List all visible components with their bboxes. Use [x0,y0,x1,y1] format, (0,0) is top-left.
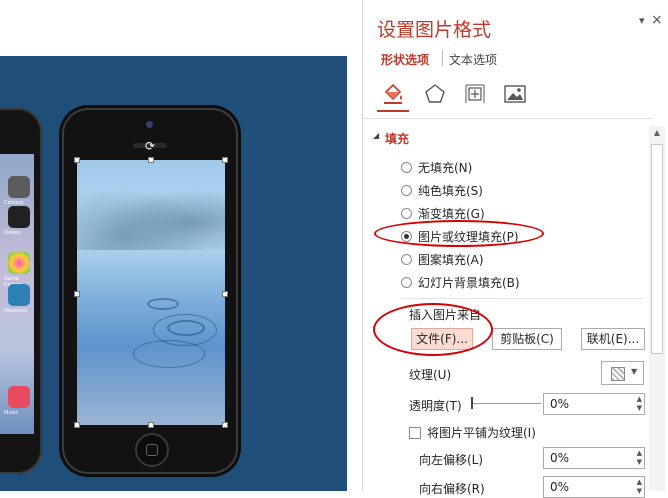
spinbox-value: 0% [550,451,570,465]
left-phone-image[interactable]: Camera Videos Game Center Passbook Music [0,108,42,474]
app-label: Passbook [4,308,28,314]
water-ripple [133,340,205,368]
front-camera [146,121,153,128]
spin-down-icon[interactable]: ▼ [637,458,642,466]
passbook-app-icon [8,284,30,306]
radio-icon[interactable] [401,184,412,196]
game-center-app-icon [8,252,30,274]
resize-handle[interactable] [74,157,80,163]
spinbox-value: 0% [550,480,570,494]
scroll-thumb[interactable] [651,144,663,354]
size-properties-icon[interactable] [463,82,487,106]
texture-picker[interactable]: ▼ [601,361,644,385]
annotation-ellipse-file-button [373,303,493,356]
radio-label: 无填充(N) [418,160,473,175]
radio-icon[interactable] [401,161,412,173]
rotate-handle-icon[interactable]: ⟳ [145,139,155,153]
offset-right-spinbox[interactable]: 0% ▲ ▼ [543,476,645,498]
pane-divider [363,118,653,119]
texture-swatch [611,367,625,381]
transparency-label: 透明度(T) [409,399,462,413]
radio-icon[interactable] [401,253,412,265]
transparency-slider-thumb[interactable] [471,397,473,409]
effects-pentagon-icon[interactable] [423,82,447,106]
radio-icon[interactable] [401,207,412,219]
tile-picture-checkbox-row[interactable]: 将图片平铺为纹理(I) [409,424,536,441]
selected-picture[interactable] [77,160,225,425]
resize-handle[interactable] [222,291,228,297]
resize-handle[interactable] [222,157,228,163]
water-ripple [147,298,179,310]
close-icon[interactable]: × [651,12,663,28]
pane-scrollbar[interactable]: ▲ [649,126,665,491]
online-button[interactable]: 联机(E)... [581,328,645,350]
collapse-arrow-icon[interactable]: ◢ [373,131,379,140]
app-label: Videos [4,230,21,236]
fill-line-icon[interactable] [381,82,405,106]
checkbox-icon[interactable] [409,426,421,439]
spinbox-value: 0% [550,397,570,411]
misty-trees [77,180,225,250]
radio-label: 图案填充(A) [418,252,484,267]
pane-options-icon[interactable]: ▾ [639,14,645,27]
app-label: Music [4,410,19,416]
resize-handle[interactable] [222,422,228,428]
fill-section-header[interactable]: 填充 [385,130,409,147]
clipboard-button[interactable]: 剪贴板(C) [492,328,562,350]
radio-label: 渐变填充(G) [418,206,485,221]
radio-pattern-fill[interactable]: 图案填充(A) [401,250,484,268]
offset-left-label: 向左偏移(L) [419,453,484,467]
active-icon-tab-indicator [377,110,409,112]
transparency-spinbox[interactable]: 0% ▲ ▼ [543,393,645,415]
radio-label: 幻灯片背景填充(B) [418,275,520,290]
format-picture-pane: 设置图片格式 ▾ × 形状选项 文本选项 ▲ ◢ 填充 无填充(N) 纯色填充(… [362,0,668,498]
offset-left-spinbox[interactable]: 0% ▲ ▼ [543,447,645,469]
resize-handle[interactable] [74,291,80,297]
spin-up-icon[interactable]: ▲ [637,478,642,486]
camera-app-icon [8,176,30,198]
left-phone-screen: Camera Videos Game Center Passbook Music [0,154,34,434]
spin-down-icon[interactable]: ▼ [637,404,642,412]
texture-label: 纹理(U) [409,368,452,382]
pane-title: 设置图片格式 [377,19,492,41]
annotation-ellipse-picture-fill [374,220,544,247]
radio-icon[interactable] [401,276,412,288]
resize-handle[interactable] [148,157,154,163]
tab-text-options[interactable]: 文本选项 [449,51,497,68]
spin-up-icon[interactable]: ▲ [637,449,642,457]
section-divider [401,298,643,299]
chevron-down-icon: ▼ [631,367,638,376]
radio-no-fill[interactable]: 无填充(N) [401,158,472,176]
radio-solid-fill[interactable]: 纯色填充(S) [401,181,483,199]
slide-edge [347,56,362,491]
videos-app-icon [8,206,30,228]
scroll-up-icon[interactable]: ▲ [649,126,665,140]
spin-up-icon[interactable]: ▲ [637,395,642,403]
offset-right-label: 向右偏移(R) [419,482,485,496]
transparency-slider[interactable] [471,403,541,404]
home-button [135,433,169,467]
tab-shape-options[interactable]: 形状选项 [381,51,429,68]
slide-canvas[interactable]: Camera Videos Game Center Passbook Music [0,0,362,491]
picture-icon[interactable] [503,82,527,106]
tile-picture-label: 将图片平铺为纹理(I) [427,426,536,440]
music-app-icon [8,386,30,408]
tab-separator [442,50,443,66]
resize-handle[interactable] [74,422,80,428]
spin-down-icon[interactable]: ▼ [637,487,642,495]
radio-slide-background-fill[interactable]: 幻灯片背景填充(B) [401,273,520,291]
resize-handle[interactable] [148,422,154,428]
radio-label: 纯色填充(S) [418,183,483,198]
